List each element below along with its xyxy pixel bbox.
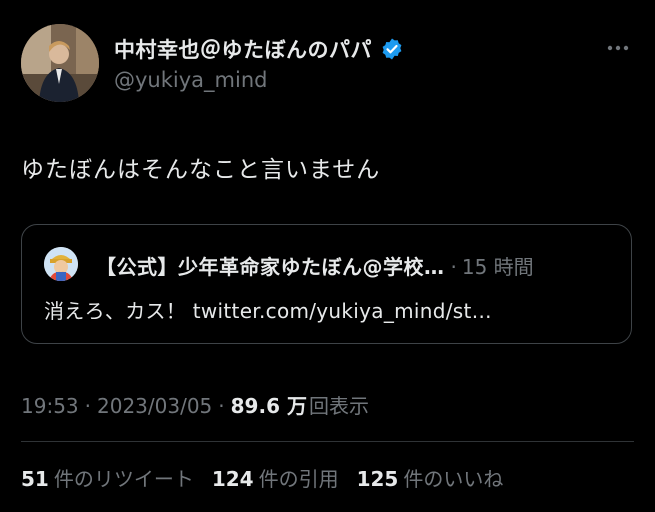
retweet-count: 51 [21, 467, 49, 491]
author-avatar[interactable] [21, 24, 99, 102]
divider [21, 441, 634, 442]
separator-dot: · [450, 255, 457, 279]
retweet-label: 件のリツイート [53, 467, 194, 491]
tweet-meta: 19:53 · 2023/03/05 · 89.6 万 回表示 [21, 390, 369, 419]
quote-count: 124 [211, 467, 254, 491]
verified-badge-icon [382, 38, 402, 60]
quote-author-name: 【公式】少年革命家ゆたぼん@学校… [96, 255, 445, 279]
profile-photo-icon [21, 24, 99, 102]
quote-text: 消えろ、カス！ twitter.com/yukiya_mind/st… [44, 299, 492, 323]
author-handle[interactable]: @yukiya_mind [114, 68, 267, 92]
display-name-text: 中村幸也＠ゆたぼんのパパ [114, 38, 372, 62]
engagement-stats: 51 件のリツイート 124 件の引用 125 件のいいね [21, 463, 521, 492]
tweet-date[interactable]: 2023/03/05 [97, 394, 212, 418]
quote-author-avatar [44, 247, 78, 281]
quote-label: 件の引用 [258, 467, 339, 491]
separator-dot: · [218, 394, 225, 418]
tweet-time[interactable]: 19:53 [21, 394, 79, 418]
quote-timestamp: 15 時間 [461, 255, 534, 279]
retweet-count-link[interactable]: 51 件のリツイート [21, 463, 194, 492]
like-count-link[interactable]: 125 件のいいね [357, 463, 504, 492]
tweet-text: ゆたぼんはそんなこと言いません [21, 157, 381, 183]
author-display-name[interactable]: 中村幸也＠ゆたぼんのパパ [114, 34, 404, 64]
view-count: 89.6 万 [230, 394, 307, 418]
profile-photo-icon [44, 247, 78, 281]
quote-header: 【公式】少年革命家ゆたぼん@学校… · 15 時間 [96, 251, 534, 280]
quote-count-link[interactable]: 124 件の引用 [212, 463, 339, 492]
more-options-icon[interactable] [604, 36, 632, 60]
like-count: 125 [356, 467, 399, 491]
separator-dot: · [84, 394, 91, 418]
view-label: 回表示 [308, 394, 369, 418]
quoted-tweet-card[interactable]: 【公式】少年革命家ゆたぼん@学校… · 15 時間 消えろ、カス！ twitte… [21, 224, 632, 344]
like-label: 件のいいね [403, 467, 504, 491]
